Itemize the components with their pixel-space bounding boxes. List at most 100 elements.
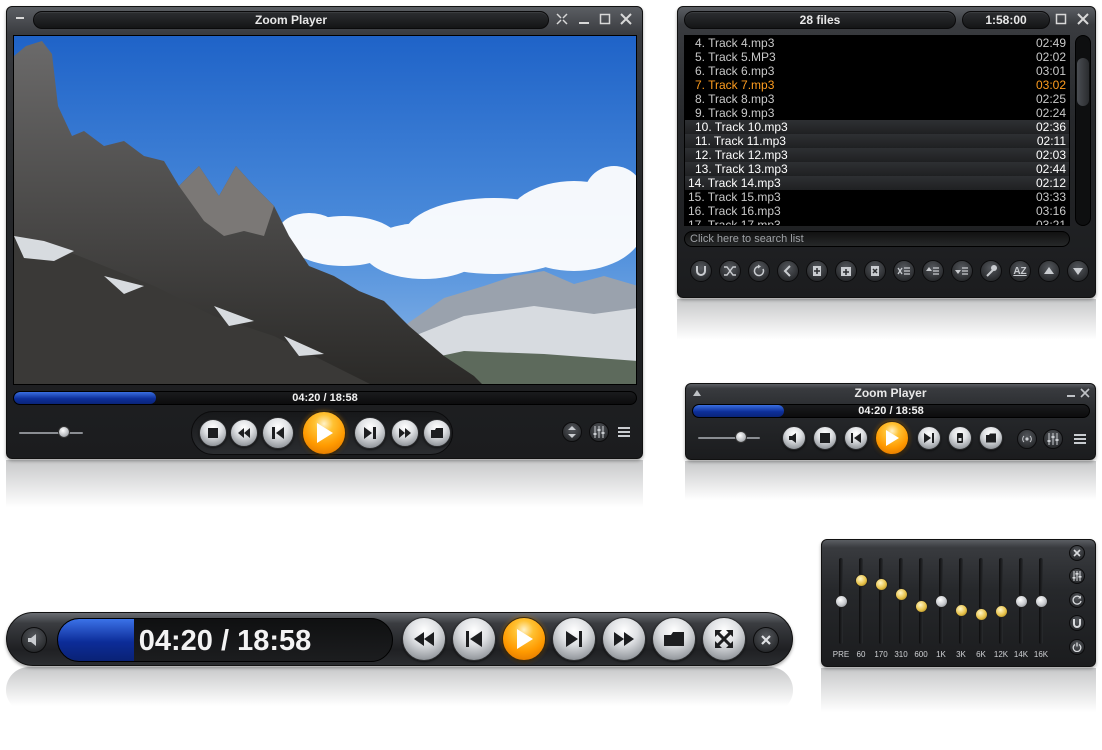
playlist-track-row[interactable]: 16. Track 16.mp3 03:16 bbox=[685, 204, 1069, 218]
close-icon[interactable] bbox=[1080, 387, 1090, 401]
eq-band-knob[interactable] bbox=[935, 595, 948, 608]
playlist-track-row[interactable]: 17. Track 17.mp3 03:21 bbox=[685, 218, 1069, 225]
broadcast-button[interactable] bbox=[1017, 429, 1037, 449]
compact-volume-knob[interactable] bbox=[735, 431, 748, 443]
compact-volume-slider[interactable] bbox=[698, 437, 760, 439]
back-button[interactable] bbox=[777, 260, 799, 282]
volume-knob[interactable] bbox=[57, 426, 70, 438]
clear-list-button[interactable] bbox=[893, 260, 915, 282]
playlist-track-row[interactable]: 12. Track 12.mp3 02:03 bbox=[685, 148, 1069, 162]
playlist-track-row[interactable]: 10. Track 10.mp3 02:36 bbox=[685, 120, 1069, 134]
window-menu-icon[interactable] bbox=[13, 11, 27, 25]
stop-button[interactable] bbox=[199, 419, 227, 447]
playlist-scrollbar[interactable] bbox=[1075, 35, 1091, 226]
next-button[interactable] bbox=[354, 417, 386, 449]
loop-button[interactable] bbox=[690, 260, 712, 282]
track-name: 12. Track 12.mp3 bbox=[695, 148, 788, 162]
bar-open-button[interactable] bbox=[652, 617, 696, 661]
rewind-button[interactable] bbox=[230, 419, 258, 447]
compact-seek-bar[interactable]: 04:20 / 18:58 bbox=[692, 404, 1090, 418]
bar-fast-forward-button[interactable] bbox=[602, 617, 646, 661]
compact-menu-icon[interactable] bbox=[1074, 433, 1086, 445]
bar-rewind-button[interactable] bbox=[402, 617, 446, 661]
eq-band-track[interactable] bbox=[959, 558, 963, 644]
compact-stop-button[interactable] bbox=[813, 426, 837, 450]
eq-band-track[interactable] bbox=[879, 558, 883, 644]
playlist-track-row[interactable]: 15. Track 15.mp3 03:33 bbox=[685, 190, 1069, 204]
minimize-icon[interactable] bbox=[1066, 387, 1076, 401]
compact-title[interactable]: Zoom Player bbox=[686, 386, 1095, 400]
eq-band-knob[interactable] bbox=[835, 595, 848, 608]
playlist-track-row[interactable]: 5. Track 5.MP3 02:02 bbox=[685, 50, 1069, 64]
close-icon[interactable] bbox=[1076, 12, 1090, 26]
eq-band-knob[interactable] bbox=[855, 573, 868, 587]
previous-button[interactable] bbox=[262, 417, 294, 449]
bar-close-button[interactable] bbox=[753, 627, 779, 653]
bar-play-button[interactable] bbox=[502, 617, 546, 661]
playlist-track-row[interactable]: 11. Track 11.mp3 02:11 bbox=[685, 134, 1069, 148]
eq-band-track[interactable] bbox=[859, 558, 863, 644]
menu-icon[interactable] bbox=[618, 426, 630, 438]
maximize-icon[interactable] bbox=[598, 12, 612, 26]
equalizer-button[interactable] bbox=[589, 422, 609, 442]
playlist-track-row[interactable]: 6. Track 6.mp3 03:01 bbox=[685, 64, 1069, 78]
tools-button[interactable] bbox=[980, 260, 1002, 282]
playlist-track-row[interactable]: 14. Track 14.mp3 02:12 bbox=[685, 176, 1069, 190]
shuffle-button[interactable] bbox=[719, 260, 741, 282]
minimize-icon[interactable] bbox=[577, 12, 591, 26]
eq-band-knob[interactable] bbox=[1015, 595, 1028, 608]
move-down-button[interactable] bbox=[951, 260, 973, 282]
eq-band-track[interactable] bbox=[979, 558, 983, 644]
eq-band-knob[interactable] bbox=[975, 607, 988, 621]
eq-close-button[interactable] bbox=[1069, 545, 1085, 561]
playlist-track-row[interactable]: 9. Track 9.mp3 02:24 bbox=[685, 106, 1069, 120]
track-list[interactable]: 4. Track 4.mp3 02:49 5. Track 5.MP3 02:02 6.… bbox=[684, 35, 1070, 226]
remove-button[interactable] bbox=[864, 260, 886, 282]
compact-play-button[interactable] bbox=[875, 421, 909, 455]
sort-az-button[interactable]: AZ bbox=[1009, 260, 1031, 282]
play-button[interactable] bbox=[302, 411, 346, 455]
eq-power-button[interactable] bbox=[1069, 639, 1085, 655]
playlist-track-row[interactable]: 4. Track 4.mp3 02:49 bbox=[685, 36, 1069, 50]
compact-next-button[interactable] bbox=[917, 426, 941, 450]
open-file-button[interactable] bbox=[423, 419, 451, 447]
eq-preset-button[interactable] bbox=[1069, 615, 1085, 631]
eq-band-knob[interactable] bbox=[1035, 595, 1048, 608]
move-up-button[interactable] bbox=[922, 260, 944, 282]
fast-forward-button[interactable] bbox=[391, 419, 419, 447]
magnet-icon bbox=[1073, 619, 1081, 628]
eject-button[interactable] bbox=[948, 426, 972, 450]
playlist-track-row[interactable]: 13. Track 13.mp3 02:44 bbox=[685, 162, 1069, 176]
volume-slider[interactable] bbox=[19, 432, 83, 434]
bar-seek-bar[interactable]: 04:20 / 18:58 bbox=[57, 618, 393, 662]
title-bar[interactable]: Zoom Player bbox=[33, 11, 549, 29]
add-folder-button[interactable] bbox=[835, 260, 857, 282]
scroll-up-icon bbox=[1044, 267, 1054, 274]
playlist-search[interactable]: Click here to search list bbox=[684, 231, 1070, 247]
close-icon[interactable] bbox=[619, 12, 633, 26]
fullscreen-icon[interactable] bbox=[555, 12, 569, 26]
eq-band-track[interactable] bbox=[999, 558, 1003, 644]
compact-equalizer-button[interactable] bbox=[1043, 429, 1063, 449]
scroll-up-button[interactable] bbox=[1038, 260, 1060, 282]
bar-previous-button[interactable] bbox=[452, 617, 496, 661]
bar-next-button[interactable] bbox=[552, 617, 596, 661]
playlist-track-row[interactable]: 8. Track 8.mp3 02:25 bbox=[685, 92, 1069, 106]
eq-reset-button[interactable] bbox=[1069, 592, 1085, 608]
bar-fullscreen-button[interactable] bbox=[702, 617, 746, 661]
bar-mute-button[interactable] bbox=[21, 627, 47, 653]
scrollbar-thumb[interactable] bbox=[1077, 58, 1089, 106]
compact-previous-button[interactable] bbox=[844, 426, 868, 450]
mute-button[interactable] bbox=[782, 426, 806, 450]
scroll-down-button[interactable] bbox=[1067, 260, 1089, 282]
video-display[interactable] bbox=[13, 35, 637, 385]
eq-settings-button[interactable] bbox=[1069, 568, 1085, 584]
maximize-icon[interactable] bbox=[1054, 12, 1068, 26]
compact-open-button[interactable] bbox=[979, 426, 1003, 450]
eq-band-knob[interactable] bbox=[875, 577, 888, 591]
repeat-button[interactable] bbox=[748, 260, 770, 282]
add-file-button[interactable] bbox=[806, 260, 828, 282]
playlist-track-row[interactable]: 7. Track 7.mp3 03:02 bbox=[685, 78, 1069, 92]
playlist-toggle-button[interactable] bbox=[562, 422, 582, 442]
seek-bar[interactable]: 04:20 / 18:58 bbox=[13, 391, 637, 405]
